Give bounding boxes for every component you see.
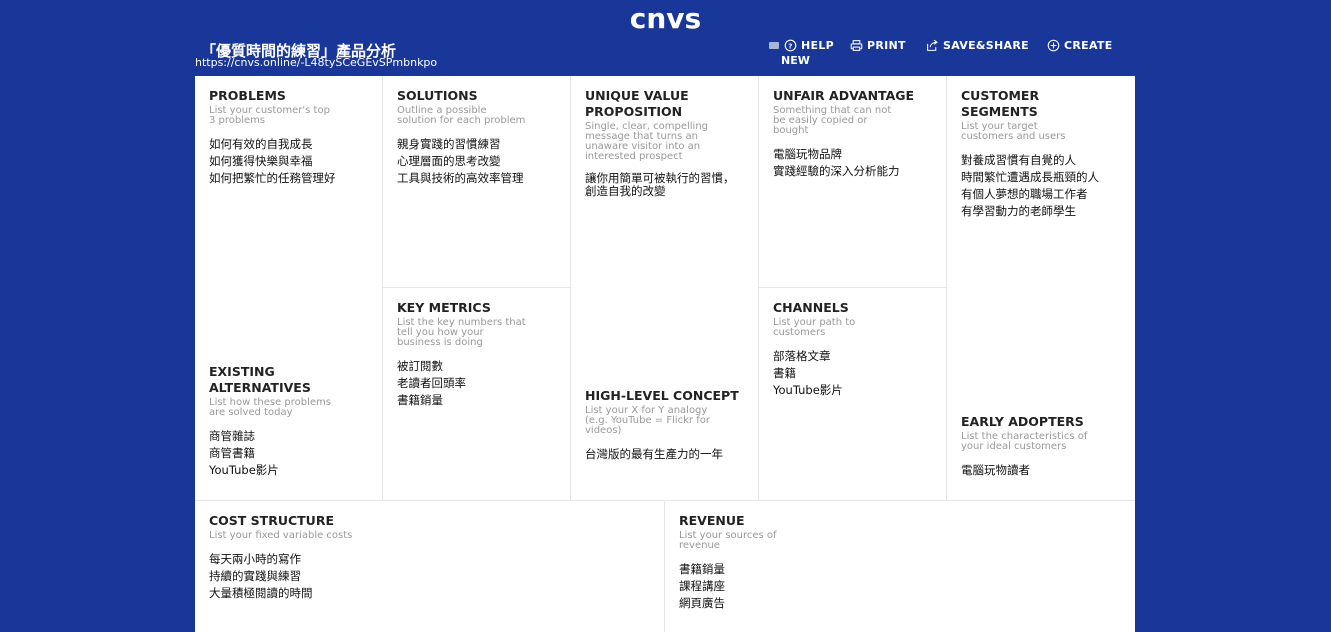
list-item[interactable]: 大量積極閱讀的時間 — [209, 585, 651, 602]
revenue-desc: List your sources of revenue — [679, 530, 777, 551]
create-button[interactable]: CREATE — [1047, 39, 1113, 52]
key-metrics-desc: List the key numbers that tell you how y… — [397, 317, 526, 348]
list-item[interactable]: 持續的實踐與練習 — [209, 568, 651, 585]
cnvs-logo[interactable]: cnvs — [0, 2, 1331, 35]
save-share-label: SAVE&SHARE — [943, 39, 1029, 52]
customer-segments-list: 對養成習慣有自覺的人 時間繁忙遭遇成長瓶頸的人 有個人夢想的職場工作者 有學習動… — [961, 152, 1121, 220]
list-item[interactable]: 心理層面的思考改變 — [397, 153, 557, 170]
list-item[interactable]: YouTube影片 — [209, 462, 369, 479]
existing-alternatives-title: EXISTING ALTERNATIVES — [209, 364, 311, 395]
existing-alternatives-section[interactable]: EXISTING ALTERNATIVES List how these pro… — [195, 352, 383, 500]
list-item[interactable]: 書籍銷量 — [397, 392, 557, 409]
save-share-button[interactable]: SAVE&SHARE — [926, 39, 1029, 52]
cost-structure-section[interactable]: COST STRUCTURE List your fixed variable … — [195, 500, 665, 632]
list-item[interactable]: 如何獲得快樂與幸福 — [209, 153, 369, 170]
channels-title: CHANNELS — [773, 300, 849, 315]
list-item[interactable]: 電腦玩物讀者 — [961, 462, 1121, 479]
cost-structure-desc: List your fixed variable costs — [209, 530, 353, 541]
plus-circle-icon — [1047, 39, 1060, 52]
unfair-advantage-title: UNFAIR ADVANTAGE — [773, 88, 915, 103]
svg-text:?: ? — [788, 41, 792, 50]
key-metrics-list: 被訂閱數 老讀者回頭率 書籍銷量 — [397, 358, 557, 409]
help-button[interactable]: ? HELP — [769, 39, 834, 52]
high-level-concept-desc: List your X for Y analogy (e.g. YouTube … — [585, 405, 710, 436]
printer-icon — [850, 40, 863, 51]
list-item[interactable]: 老讀者回頭率 — [397, 375, 557, 392]
solutions-section[interactable]: SOLUTIONS Outline a possible solution fo… — [382, 76, 571, 288]
customer-segments-section[interactable]: CUSTOMER SEGMENTS List your target custo… — [946, 76, 1135, 402]
uvp-desc: Single, clear, compelling message that t… — [585, 121, 709, 162]
list-item[interactable]: 如何把繁忙的任務管理好 — [209, 170, 369, 187]
high-level-concept-list: 台灣版的最有生產力的一年 — [585, 446, 745, 463]
list-item[interactable]: 如何有效的自我成長 — [209, 136, 369, 153]
uvp-list: 讓你用簡單可被執行的習慣，創造自我的改變 — [585, 172, 745, 198]
existing-alternatives-desc: List how these problems are solved today — [209, 397, 332, 418]
list-item[interactable]: 工具與技術的高效率管理 — [397, 170, 557, 187]
channels-list: 部落格文章 書籍 YouTube影片 — [773, 348, 933, 399]
cost-structure-title: COST STRUCTURE — [209, 513, 334, 528]
list-item[interactable]: YouTube影片 — [773, 382, 933, 399]
list-item[interactable]: 親身實踐的習慣練習 — [397, 136, 557, 153]
list-item[interactable]: 網頁廣告 — [679, 595, 1121, 612]
solutions-desc: Outline a possible solution for each pro… — [397, 105, 526, 126]
early-adopters-title: EARLY ADOPTERS — [961, 414, 1084, 429]
revenue-title: REVENUE — [679, 513, 745, 528]
high-level-concept-section[interactable]: HIGH-LEVEL CONCEPT List your X for Y ana… — [570, 376, 759, 500]
early-adopters-desc: List the characteristics of your ideal c… — [961, 431, 1088, 452]
solutions-title: SOLUTIONS — [397, 88, 478, 103]
help-label: HELP — [801, 39, 834, 52]
key-metrics-section[interactable]: KEY METRICS List the key numbers that te… — [382, 287, 571, 500]
list-item[interactable]: 實踐經驗的深入分析能力 — [773, 163, 933, 180]
channels-desc: List your path to customers — [773, 317, 856, 338]
list-item[interactable]: 商管雜誌 — [209, 428, 369, 445]
problems-title: PROBLEMS — [209, 88, 286, 103]
list-item[interactable]: 對養成習慣有自覺的人 — [961, 152, 1121, 169]
uvp-title: UNIQUE VALUE PROPOSITION — [585, 88, 689, 119]
existing-alternatives-list: 商管雜誌 商管書籍 YouTube影片 — [209, 428, 369, 479]
problems-section[interactable]: PROBLEMS List your customer's top 3 prob… — [195, 76, 383, 351]
help-icon: ? — [784, 39, 797, 52]
problems-desc: List your customer's top 3 problems — [209, 105, 330, 126]
print-button[interactable]: PRINT — [850, 39, 906, 52]
unfair-advantage-list: 電腦玩物品牌 實踐經驗的深入分析能力 — [773, 146, 933, 180]
early-adopters-list: 電腦玩物讀者 — [961, 462, 1121, 479]
list-item[interactable]: 時間繁忙遭遇成長瓶頸的人 — [961, 169, 1121, 186]
list-item[interactable]: 讓你用簡單可被執行的習慣，創造自我的改變 — [585, 172, 745, 198]
customer-segments-desc: List your target customers and users — [961, 121, 1066, 142]
unique-value-proposition-section[interactable]: UNIQUE VALUE PROPOSITION Single, clear, … — [570, 76, 759, 376]
print-label: PRINT — [867, 39, 906, 52]
list-item[interactable]: 課程講座 — [679, 578, 1121, 595]
list-item[interactable]: 書籍 — [773, 365, 933, 382]
list-item[interactable]: 書籍銷量 — [679, 561, 1121, 578]
list-item[interactable]: 有個人夢想的職場工作者 — [961, 186, 1121, 203]
list-item[interactable]: 有學習動力的老師學生 — [961, 203, 1121, 220]
cost-structure-list: 每天兩小時的寫作 持續的實踐與練習 大量積極閱讀的時間 — [209, 551, 651, 602]
list-item[interactable]: 每天兩小時的寫作 — [209, 551, 651, 568]
unfair-advantage-section[interactable]: UNFAIR ADVANTAGE Something that can not … — [758, 76, 947, 288]
solutions-list: 親身實踐的習慣練習 心理層面的思考改變 工具與技術的高效率管理 — [397, 136, 557, 187]
channels-section[interactable]: CHANNELS List your path to customers 部落格… — [758, 287, 947, 500]
problems-list: 如何有效的自我成長 如何獲得快樂與幸福 如何把繁忙的任務管理好 — [209, 136, 369, 187]
list-item[interactable]: 商管書籍 — [209, 445, 369, 462]
share-icon — [927, 39, 938, 51]
new-label[interactable]: NEW — [781, 54, 810, 67]
lean-canvas: PROBLEMS List your customer's top 3 prob… — [195, 76, 1135, 632]
early-adopters-section[interactable]: EARLY ADOPTERS List the characteristics … — [946, 402, 1135, 500]
revenue-list: 書籍銷量 課程講座 網頁廣告 — [679, 561, 1121, 612]
revenue-section[interactable]: REVENUE List your sources of revenue 書籍銷… — [664, 500, 1135, 632]
list-item[interactable]: 台灣版的最有生產力的一年 — [585, 446, 745, 463]
list-item[interactable]: 部落格文章 — [773, 348, 933, 365]
unfair-advantage-desc: Something that can not be easily copied … — [773, 105, 892, 136]
new-badge-icon — [769, 42, 779, 49]
high-level-concept-title: HIGH-LEVEL CONCEPT — [585, 388, 739, 403]
list-item[interactable]: 被訂閱數 — [397, 358, 557, 375]
document-url[interactable]: https://cnvs.online/-L48tySCeGEvSPmbnkpo — [195, 56, 437, 69]
list-item[interactable]: 電腦玩物品牌 — [773, 146, 933, 163]
create-label: CREATE — [1064, 39, 1113, 52]
customer-segments-title: CUSTOMER SEGMENTS — [961, 88, 1040, 119]
key-metrics-title: KEY METRICS — [397, 300, 491, 315]
